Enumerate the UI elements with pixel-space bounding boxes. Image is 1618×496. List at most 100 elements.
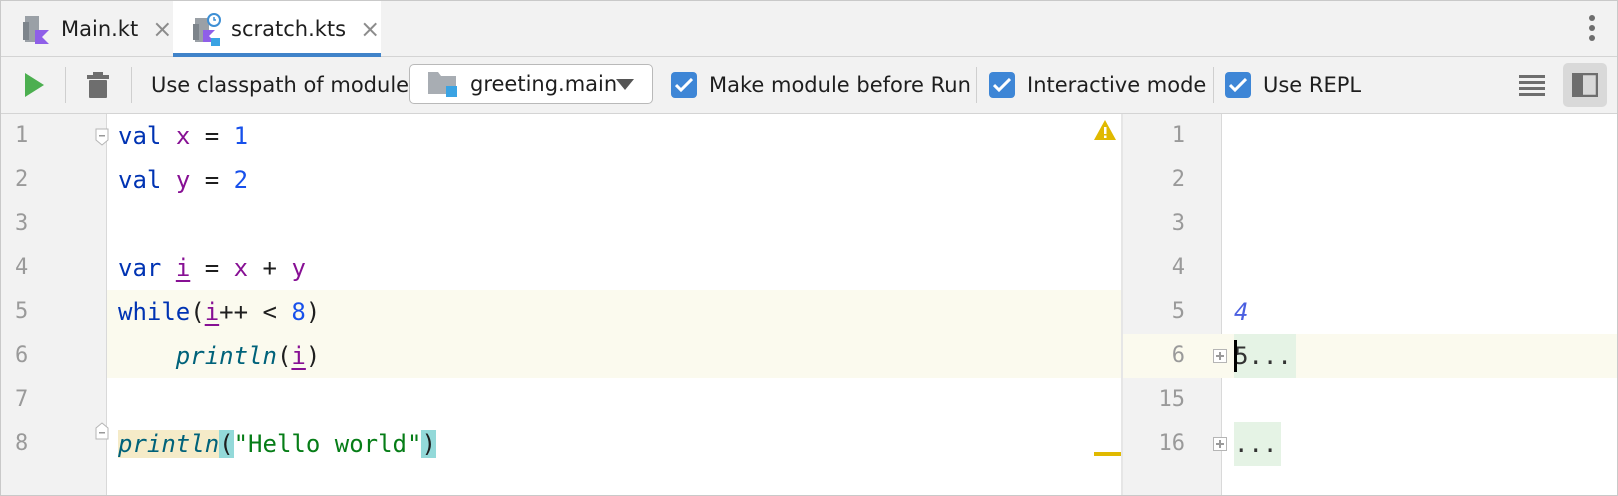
code-token: ) — [421, 430, 436, 458]
code-token: 2 — [233, 166, 249, 194]
use-repl-checkbox[interactable]: Use REPL — [1225, 57, 1361, 113]
code-token: ++ < — [219, 298, 292, 326]
toolbar-separator — [131, 67, 132, 103]
close-icon[interactable]: × — [360, 17, 380, 41]
fold-icon[interactable] — [95, 128, 109, 146]
tab-label: scratch.kts — [231, 16, 347, 41]
code-token: println — [118, 430, 220, 458]
kotlin-file-icon — [23, 12, 51, 46]
line-number[interactable]: 2 — [15, 158, 28, 202]
interactive-mode-checkbox[interactable]: Interactive mode — [989, 57, 1206, 113]
code-token: = — [190, 166, 234, 194]
line-number[interactable]: 3 — [15, 202, 28, 246]
toolbar-separator — [65, 67, 66, 103]
trash-icon — [87, 72, 109, 98]
code-editor[interactable]: 12345678 val x = 1 val y = 2 var i = x + y… — [1, 114, 1122, 495]
module-value: greeting.main — [470, 72, 618, 96]
code-line[interactable]: val x = 1 — [118, 114, 248, 158]
line-number[interactable]: 4 — [15, 246, 28, 290]
tab-label: Main.kt — [61, 16, 139, 41]
module-select[interactable]: greeting.main — [409, 64, 653, 104]
expand-icon[interactable] — [1213, 437, 1227, 451]
line-number[interactable]: 8 — [15, 422, 28, 466]
code-token: println — [175, 342, 277, 370]
scratch-editor-window: Main.kt × scratch.kts × Use classpath of… — [0, 0, 1618, 496]
line-number[interactable]: 5 — [15, 290, 28, 334]
output-line-number: 3 — [1171, 211, 1185, 236]
checkmark-icon — [989, 72, 1015, 98]
code-token: "Hello world" — [233, 430, 422, 458]
code-line[interactable]: while(i++ < 8) — [118, 290, 320, 334]
line-number[interactable]: 6 — [15, 334, 28, 378]
warning-stripe[interactable] — [1094, 452, 1122, 456]
output-line-number: 2 — [1171, 167, 1185, 192]
run-button[interactable] — [23, 57, 45, 113]
code-line[interactable]: var i = x + y — [118, 246, 306, 290]
expand-icon[interactable] — [1213, 349, 1227, 363]
code-token: ) — [305, 342, 321, 370]
line-number[interactable]: 7 — [15, 378, 28, 422]
warning-icon[interactable] — [1093, 119, 1117, 141]
code-token: = — [190, 254, 234, 282]
checkmark-icon — [671, 72, 697, 98]
toolbar-separator — [976, 67, 977, 103]
lines-icon[interactable] — [1519, 57, 1545, 113]
fold-end-icon[interactable] — [95, 422, 109, 440]
folder-module-icon — [428, 72, 457, 97]
line-number[interactable]: 1 — [15, 114, 28, 158]
tab-scratch-kts[interactable]: scratch.kts × — [173, 1, 381, 57]
classpath-label: Use classpath of module — [151, 73, 410, 97]
code-token: val — [118, 166, 162, 194]
code-token: val — [118, 122, 162, 150]
code-token: ( — [219, 430, 234, 458]
text-caret — [1234, 340, 1237, 372]
tab-bar: Main.kt × scratch.kts × — [1, 1, 1617, 57]
code-token: y — [291, 254, 306, 282]
code-line[interactable]: println("Hello world") — [118, 422, 436, 466]
code-line[interactable]: println(i) — [118, 334, 321, 378]
code-token: 8 — [291, 298, 306, 326]
code-token: ( — [190, 298, 205, 326]
code-token: ( — [276, 342, 292, 370]
output-line-number: 6 — [1171, 343, 1185, 368]
code-token: + — [248, 254, 292, 282]
side-panel-icon[interactable] — [1563, 63, 1607, 107]
code-line[interactable]: val y = 2 — [118, 158, 248, 202]
code-token: i — [291, 342, 306, 370]
more-vert-icon[interactable] — [1589, 15, 1595, 41]
clear-results-button[interactable] — [87, 57, 109, 113]
close-icon[interactable]: × — [152, 17, 172, 41]
code-token: x — [233, 254, 249, 282]
code-token: 1 — [233, 122, 249, 150]
make-module-label: Make module before Run — [709, 73, 971, 97]
chevron-down-icon — [616, 79, 634, 90]
code-token: y — [175, 166, 191, 194]
output-current-line-highlight — [1123, 334, 1617, 378]
use-repl-label: Use REPL — [1263, 73, 1362, 97]
code-token: while — [118, 298, 191, 326]
kotlin-scratch-icon — [193, 12, 221, 46]
output-line-number: 16 — [1158, 431, 1186, 456]
output-value-line6[interactable]: 5... — [1234, 334, 1296, 378]
run-icon — [25, 73, 44, 97]
output-line-number: 4 — [1171, 255, 1185, 280]
code-token: x — [175, 122, 191, 150]
code-token: ) — [305, 298, 321, 326]
output-value-line5: 4 — [1234, 298, 1249, 326]
interactive-mode-label: Interactive mode — [1027, 73, 1207, 97]
toolbar-separator — [1213, 67, 1214, 103]
output-line-number: 1 — [1171, 123, 1185, 148]
code-token: var — [118, 254, 162, 282]
tab-main-kt[interactable]: Main.kt × — [23, 1, 173, 56]
code-token: = — [190, 122, 234, 150]
code-token: i — [204, 298, 220, 326]
checkmark-icon — [1225, 72, 1251, 98]
output-value-line16[interactable]: ... — [1234, 422, 1282, 466]
scratch-toolbar: Use classpath of module greeting.main Ma… — [1, 57, 1617, 114]
output-line-number: 5 — [1171, 299, 1185, 324]
code-token: i — [175, 254, 191, 282]
make-module-checkbox[interactable]: Make module before Run — [671, 57, 971, 113]
